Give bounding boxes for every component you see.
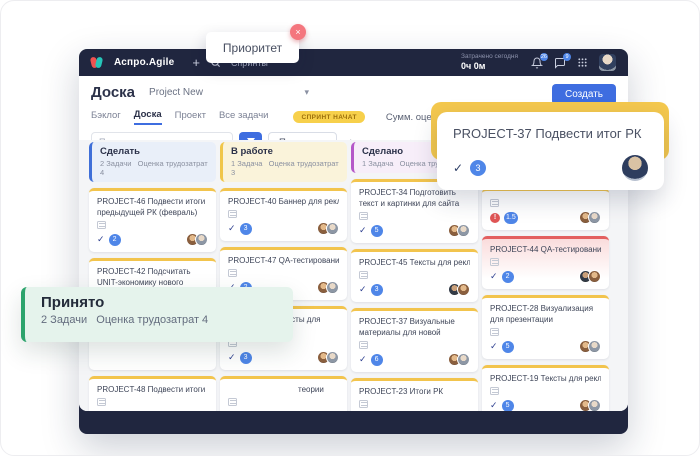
column-todo: Сделать 2 Задачи Оценка трудозатрат 4 PR… [89, 142, 216, 411]
accepted-column-highlight: Принято 2 Задачи Оценка трудозатрат 4 [21, 287, 293, 342]
user-avatar[interactable] [599, 54, 616, 71]
check-icon: ✓ [490, 400, 498, 410]
description-icon [490, 328, 499, 336]
subtask-count-badge: 2 [501, 270, 514, 283]
close-icon[interactable]: × [290, 24, 306, 40]
check-icon: ✓ [359, 284, 367, 294]
top-navigation-bar: Аспро.Agile + Спринты Затрачено сегодня … [79, 49, 628, 76]
task-card[interactable]: PROJECT-28 Визуализация для презентации … [482, 295, 609, 359]
assignee-avatars [448, 283, 470, 296]
subtask-count-badge: 2 [108, 233, 121, 246]
description-icon [490, 199, 499, 207]
highlighted-task-card[interactable]: PROJECT-37 Подвести итог РК ✓ 3 [437, 112, 664, 190]
priority-tooltip: Приоритет × [206, 24, 306, 63]
description-icon [490, 258, 499, 266]
assignee-avatars [448, 353, 470, 366]
subtask-count-badge: 5 [501, 340, 514, 353]
tab-backlog[interactable]: Бэклог [91, 110, 121, 124]
task-card[interactable]: PROJECT-48 Подвести итоги РК ✓ 3 [89, 376, 216, 411]
check-icon: ✓ [228, 352, 236, 362]
page: Аспро.Agile + Спринты Затрачено сегодня … [0, 0, 700, 456]
column-header[interactable]: Сделать 2 Задачи Оценка трудозатрат 4 [89, 142, 216, 182]
tab-board[interactable]: Доска [133, 109, 162, 125]
project-selector[interactable]: Project New ▾ [149, 87, 309, 98]
assignee-avatars [317, 410, 339, 411]
assignee-avatars [317, 281, 339, 294]
assignee-avatars [186, 410, 208, 411]
app-name: Аспро.Agile [114, 57, 175, 68]
overdue-icon: ! [490, 212, 500, 223]
assignee-avatars [186, 233, 208, 246]
messages-icon[interactable]: 9 [554, 52, 571, 69]
description-icon [97, 398, 106, 406]
assignee-avatars [579, 340, 601, 353]
check-icon: ✓ [490, 271, 498, 281]
time-tracker[interactable]: Затрачено сегодня 0ч 0м [461, 53, 518, 72]
column-header[interactable]: В работе 1 Задача Оценка трудозатрат 3 [220, 142, 347, 182]
task-card[interactable]: PROJECT-46 Подвести итоги предыдущей РК … [89, 188, 216, 252]
tab-all-tasks[interactable]: Все задачи [219, 110, 269, 124]
task-card[interactable]: ! 1.5 [482, 188, 609, 230]
check-icon: ✓ [490, 341, 498, 351]
description-icon [97, 221, 106, 229]
check-icon: ✓ [359, 354, 367, 364]
subtask-count-badge: 3 [470, 160, 487, 176]
subtask-count-badge: 5 [370, 224, 383, 237]
assignee-avatars [579, 270, 601, 283]
subtask-count-badge: 3 [370, 283, 383, 296]
notifications-count-badge: 26 [539, 52, 548, 61]
assignee-avatars [579, 399, 601, 411]
task-card[interactable]: PROJECT-37 Визуальные материалы для ново… [351, 308, 478, 372]
column-in-progress: В работе 1 Задача Оценка трудозатрат 3 P… [220, 142, 347, 411]
column-name: Принято [41, 294, 105, 311]
subtask-count-badge: 3 [108, 410, 121, 411]
assignee-avatars [579, 211, 601, 224]
subtask-count-badge: 3 [239, 351, 252, 364]
sprint-status-badge: СПРИНТ НАЧАТ [293, 111, 365, 123]
description-icon [359, 271, 368, 279]
check-icon: ✓ [228, 223, 236, 233]
column-meta: 2 Задачи Оценка трудозатрат 4 [41, 314, 209, 326]
task-card-alert[interactable]: PROJECT-44 QA-тестирование 1 ✓ 2 [482, 236, 609, 289]
task-title: PROJECT-37 Подвести итог РК [453, 126, 642, 141]
description-icon [359, 400, 368, 408]
task-card[interactable]: PROJECT-19 Тексты для рекламы VK ✓ 5 [482, 365, 609, 411]
assignee-avatars [317, 351, 339, 364]
messages-count-badge: 9 [563, 52, 571, 61]
apps-grid-icon[interactable] [577, 57, 588, 68]
assignee-avatar [622, 155, 648, 181]
subtask-count-badge: 3 [239, 222, 252, 235]
check-icon: ✓ [453, 161, 464, 175]
task-card[interactable]: теории ✓ 3 [220, 376, 347, 411]
notifications-bell-icon[interactable]: 26 [531, 52, 548, 69]
description-icon [228, 269, 237, 277]
task-card[interactable]: PROJECT-40 Баннер для рекламы VK ✓ 3 [220, 188, 347, 241]
description-icon [359, 341, 368, 349]
app-logo-icon [91, 56, 104, 69]
task-card[interactable]: PROJECT-45 Тексты для рекламы в VK ✓ 3 [351, 249, 478, 302]
description-icon [490, 387, 499, 395]
check-icon: ✓ [359, 225, 367, 235]
task-card[interactable]: PROJECT-23 Итоги РК ✓ 5 [351, 378, 478, 411]
page-title: Доска [91, 84, 136, 101]
assignee-avatars [448, 224, 470, 237]
check-icon: ✓ [97, 234, 105, 244]
time-badge: 1.5 [504, 211, 518, 224]
subtask-count-badge: 5 [501, 399, 514, 411]
subtask-count-badge: 6 [370, 353, 383, 366]
description-icon [359, 212, 368, 220]
tab-project[interactable]: Проект [175, 110, 206, 124]
description-icon [228, 210, 237, 218]
description-icon [228, 398, 237, 406]
subtask-count-badge: 3 [239, 410, 252, 411]
add-icon[interactable]: + [192, 56, 200, 69]
assignee-avatars [317, 222, 339, 235]
chevron-down-icon: ▾ [304, 87, 310, 97]
